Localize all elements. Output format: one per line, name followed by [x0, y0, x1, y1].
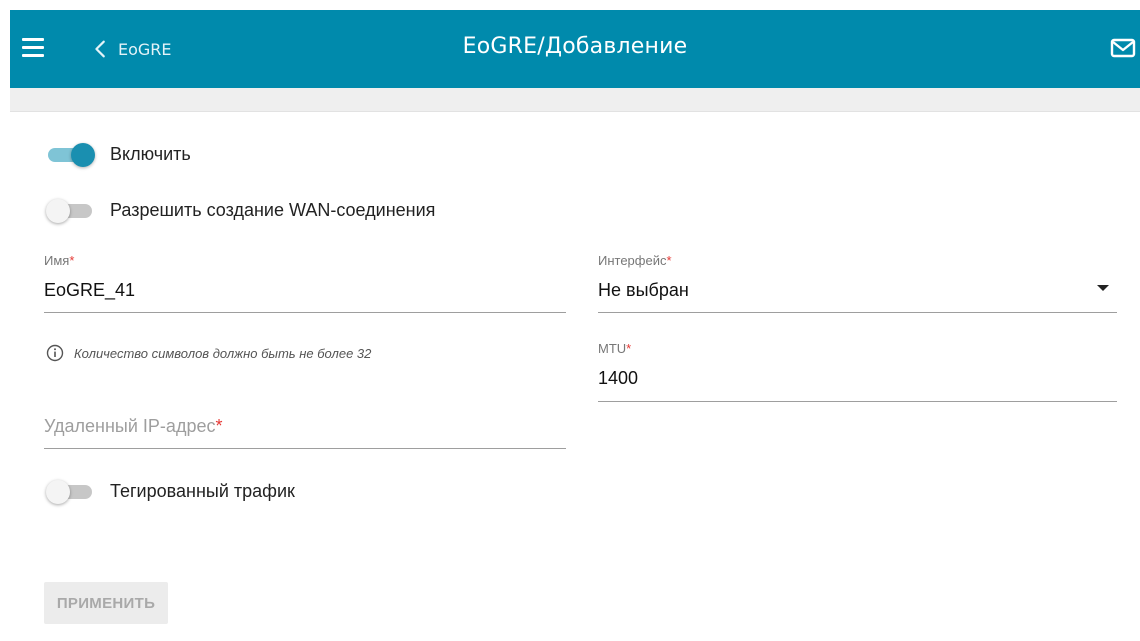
allow-wan-label: Разрешить создание WAN-соединения	[110, 199, 436, 220]
tagged-traffic-toggle-row[interactable]: Тегированный трафик	[46, 479, 295, 504]
apply-button[interactable]: ПРИМЕНИТЬ	[44, 582, 168, 624]
allow-wan-toggle-row[interactable]: Разрешить создание WAN-соединения	[46, 198, 436, 223]
enable-label: Включить	[110, 143, 191, 164]
mail-icon[interactable]	[1110, 37, 1136, 59]
mtu-field-label: MTU*	[598, 341, 632, 356]
interface-select[interactable]: Интерфейс* Не выбран	[598, 253, 1117, 313]
info-icon	[46, 344, 64, 362]
tagged-traffic-label: Тегированный трафик	[110, 480, 295, 501]
enable-toggle-row[interactable]: Включить	[46, 142, 191, 167]
top-app-bar: EoGRE EoGRE/Добавление	[10, 10, 1140, 88]
form-content: Включить Разрешить создание WAN-соединен…	[0, 112, 1140, 641]
dropdown-arrow-icon	[1097, 285, 1109, 291]
remote-ip-field[interactable]: Удаленный IP-адрес*	[44, 408, 566, 449]
allow-wan-toggle[interactable]	[46, 198, 98, 223]
name-field-label: Имя*	[44, 253, 75, 268]
subheader-strip	[10, 88, 1140, 112]
mtu-field[interactable]: MTU* 1400	[598, 341, 1117, 402]
remote-ip-placeholder: Удаленный IP-адрес*	[44, 416, 223, 436]
name-input[interactable]: EoGRE_41	[44, 278, 566, 302]
page-title: EoGRE/Добавление	[462, 34, 688, 59]
name-field[interactable]: Имя* EoGRE_41	[44, 253, 566, 313]
name-hint: Количество символов должно быть не более…	[46, 344, 371, 362]
mtu-input[interactable]: 1400	[598, 366, 1117, 390]
name-hint-text: Количество символов должно быть не более…	[74, 345, 372, 361]
interface-selected-value: Не выбран	[598, 280, 689, 300]
enable-toggle[interactable]	[46, 142, 98, 167]
interface-field-label: Интерфейс*	[598, 253, 672, 268]
tagged-traffic-toggle[interactable]	[46, 479, 98, 504]
